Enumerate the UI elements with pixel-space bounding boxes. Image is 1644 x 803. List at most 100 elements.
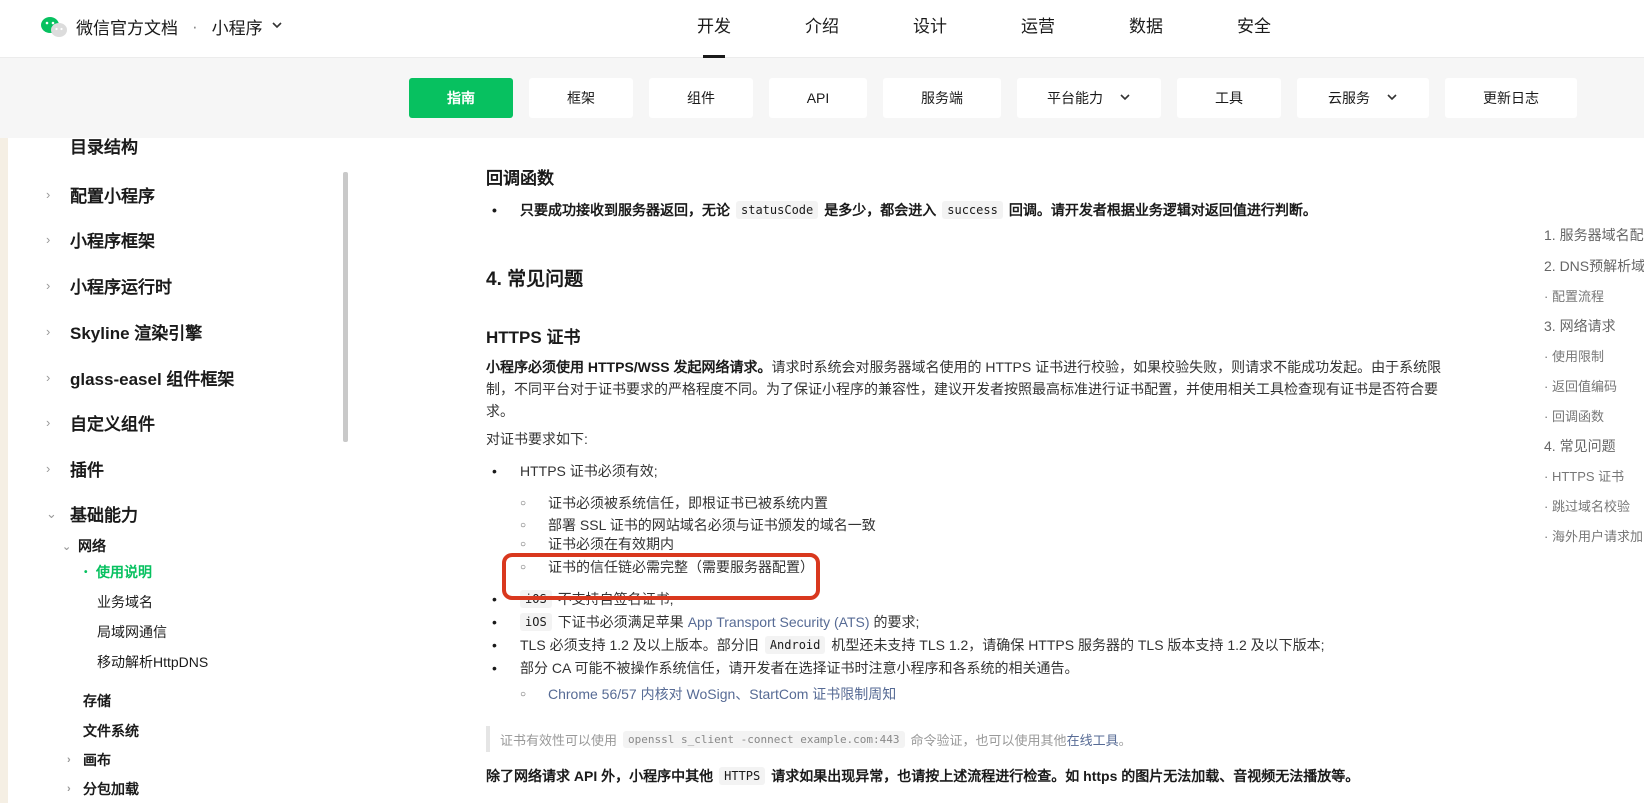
sidebar-item-network[interactable]: ⌄ 网络 (62, 536, 106, 556)
sidebar-item-storage[interactable]: 存储 (83, 691, 111, 711)
wechat-logo-icon (40, 16, 68, 38)
nav-security[interactable]: 安全 (1200, 0, 1308, 58)
ca-text: 部分 CA 可能不被操作系统信任，请开发者在选择证书时注意小程序和各系统的相关通… (520, 660, 1079, 676)
chevron-down-icon: ⌄ (46, 505, 57, 521)
ios-ats-text: 下证书必须满足苹果 (557, 614, 684, 630)
callback-text-a: 只要成功接收到服务器返回，无论 (520, 202, 730, 218)
circle-bullet-icon: ○ (520, 538, 527, 550)
toc-item[interactable]: · HTTPS 证书 (1544, 466, 1624, 485)
chevron-down-icon (1386, 91, 1398, 106)
toc-item[interactable]: · 配置流程 (1544, 286, 1604, 305)
product-switcher[interactable]: 小程序 (212, 14, 263, 39)
chevron-right-icon: › (46, 415, 51, 430)
sidebar-item-canvas[interactable]: › 画布 (67, 750, 111, 770)
note-text: 证书有效性可以使用 (500, 732, 618, 748)
toc-item[interactable]: 1. 服务器域名配 (1544, 225, 1644, 245)
doc-tabs: 指南 框架 组件 API 服务端 平台能力 工具 云服务 更新日志 (409, 78, 1577, 118)
tab-api[interactable]: API (769, 78, 867, 118)
section-faq-heading: 4. 常见问题 (486, 269, 584, 290)
sidebar-item-label: 小程序框架 (70, 232, 155, 251)
chevron-right-icon: › (67, 783, 71, 795)
toc-item[interactable]: · 回调函数 (1544, 406, 1604, 425)
toc-item[interactable]: 2. DNS预解析域 (1544, 256, 1644, 276)
circle-bullet-icon: ○ (520, 688, 527, 700)
nav-intro[interactable]: 介绍 (768, 0, 876, 58)
sidebar-item-label: 小程序运行时 (70, 278, 172, 297)
chevron-right-icon: › (46, 278, 51, 293)
callback-text-c: 回调。请开发者根据业务逻辑对返回值进行判断。 (1008, 202, 1317, 218)
circle-bullet-icon: ○ (520, 497, 527, 509)
toc-item[interactable]: · 使用限制 (1544, 346, 1604, 365)
top-header: 微信官方文档 · 小程序 开发 介绍 设计 运营 数据 安全 (0, 0, 1644, 58)
chevron-right-icon: › (46, 461, 51, 476)
toc-item[interactable]: 3. 网络请求 (1544, 316, 1616, 336)
top-nav: 开发 介绍 设计 运营 数据 安全 (660, 0, 1308, 58)
status-code-code: statusCode (736, 201, 819, 219)
brand-title[interactable]: 微信官方文档 (76, 14, 178, 39)
sidebar-item-httpdns[interactable]: 移动解析HttpDNS (97, 652, 208, 672)
chevron-down-icon[interactable] (271, 19, 283, 34)
sidebar-item-config[interactable]: › 配置小程序 (46, 182, 155, 207)
toc-item[interactable]: · 返回值编码 (1544, 376, 1617, 395)
toc: 1. 服务器域名配 2. DNS预解析域 · 配置流程 3. 网络请求 · 使用… (1544, 138, 1644, 803)
verify-note: 证书有效性可以使用 openssl s_client -connect exam… (486, 726, 1132, 752)
tab-framework[interactable]: 框架 (529, 78, 633, 118)
req-valid-item: • HTTPS 证书必须有效; (492, 461, 658, 481)
sidebar-item-label: Skyline 渲染引擎 (70, 324, 203, 343)
sidebar-item-framework[interactable]: › 小程序框架 (46, 227, 155, 252)
https-heading: HTTPS 证书 (486, 328, 581, 347)
sidebar-item-skyline[interactable]: › Skyline 渲染引擎 (46, 319, 202, 344)
bullet-dot: • (492, 637, 497, 653)
sidebar-item-basic-abilities[interactable]: ⌄ 基础能力 (46, 501, 138, 526)
online-tools-link[interactable]: 在线工具 (1067, 730, 1119, 749)
nav-operation[interactable]: 运营 (984, 0, 1092, 58)
sidebar-item-business-domain[interactable]: 业务域名 (97, 592, 153, 612)
sidebar-item-label: 插件 (70, 461, 104, 480)
highlight-box (502, 553, 820, 600)
tab-tools[interactable]: 工具 (1177, 78, 1281, 118)
sidebar-item-filesystem[interactable]: 文件系统 (83, 721, 139, 741)
ats-link[interactable]: App Transport Security (ATS) (688, 614, 870, 630)
tab-cloud[interactable]: 云服务 (1297, 78, 1429, 118)
sidebar-item-label: 网络 (78, 538, 106, 554)
sidebar-edge (0, 138, 8, 803)
sidebar-item-runtime[interactable]: › 小程序运行时 (46, 273, 172, 298)
sidebar-item-label: 使用说明 (96, 564, 152, 580)
chrome-notice-link[interactable]: Chrome 56/57 内核对 WoSign、StartCom 证书限制周知 (548, 684, 896, 704)
tab-platform-label: 平台能力 (1047, 90, 1103, 106)
tab-changelog[interactable]: 更新日志 (1445, 78, 1577, 118)
chevron-right-icon: › (46, 324, 51, 339)
req-sub-item: ○ 证书必须被系统信任，即根证书已被系统内置 (520, 493, 828, 513)
https-line2: 制，不同平台对于证书要求的严格程度不同。为了保证小程序的兼容性，建议开发者按照最… (486, 381, 1438, 397)
doc-content: 回调函数 • 只要成功接收到服务器返回，无论 statusCode 是多少，都会… (486, 138, 1456, 803)
sidebar-item-lan[interactable]: 局域网通信 (97, 622, 167, 642)
sidebar-item-label: 画布 (83, 752, 111, 768)
tab-components[interactable]: 组件 (649, 78, 753, 118)
toc-item[interactable]: · 跳过域名校验 (1544, 496, 1630, 515)
req-sub-text: 证书必须在有效期内 (548, 536, 674, 552)
nav-data[interactable]: 数据 (1092, 0, 1200, 58)
req-sub-item: ○ 部署 SSL 证书的网站域名必须与证书颁发的域名一致 (520, 515, 876, 535)
sidebar-item-subpackages[interactable]: › 分包加载 (67, 779, 139, 799)
tab-server[interactable]: 服务端 (883, 78, 1001, 118)
final-note: 除了网络请求 API 外，小程序中其他 HTTPS 请求如果出现异常，也请按上述… (486, 766, 1359, 786)
sidebar-item-glass-easel[interactable]: › glass-easel 组件框架 (46, 365, 234, 390)
tab-platform[interactable]: 平台能力 (1017, 78, 1161, 118)
brand[interactable]: 微信官方文档 · 小程序 (40, 14, 283, 39)
tls-item: • TLS 必须支持 1.2 及以上版本。部分旧 Android 机型还未支持 … (492, 635, 1325, 655)
https-paragraph: 小程序必须使用 HTTPS/WSS 发起网络请求。请求时系统会对服务器域名使用的… (486, 356, 1446, 422)
sidebar-scrollbar[interactable] (343, 172, 348, 442)
sidebar-item-custom-components[interactable]: › 自定义组件 (46, 410, 155, 435)
sidebar-item-plugins[interactable]: › 插件 (46, 456, 104, 481)
toc-item[interactable]: 4. 常见问题 (1544, 436, 1616, 456)
toc-item[interactable]: · 海外用户请求加 (1544, 526, 1643, 545)
nav-design[interactable]: 设计 (876, 0, 984, 58)
tab-guide[interactable]: 指南 (409, 78, 513, 118)
tab-cloud-label: 云服务 (1328, 90, 1370, 106)
chevron-right-icon: › (67, 754, 71, 766)
nav-dev[interactable]: 开发 (660, 0, 768, 58)
sidebar-item-usage[interactable]: • 使用说明 (84, 562, 152, 582)
chevron-right-icon: › (46, 232, 51, 247)
ios-ats-item: • iOS 下证书必须满足苹果 App Transport Security (… (492, 612, 919, 632)
sidebar-item-directory[interactable]: 目录结构 (70, 138, 138, 158)
